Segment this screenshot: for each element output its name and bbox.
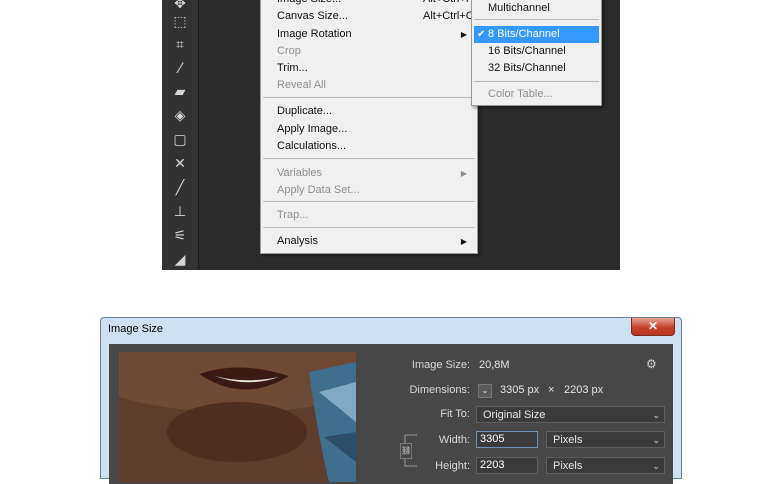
patch-icon[interactable]: ◈ xyxy=(170,106,190,126)
menu-item-trap[interactable]: Trap... xyxy=(277,207,471,224)
crop-icon[interactable]: ⌗ xyxy=(170,35,190,55)
submenu-item-label: 32 Bits/Channel xyxy=(488,62,566,74)
dimensions-width-value: 3305 px xyxy=(500,384,540,396)
menu-item-image-size[interactable]: Image Size... Alt+Ctrl+I xyxy=(277,0,471,8)
menu-item-variables[interactable]: Variables ▶ xyxy=(277,165,471,182)
menu-item-image-rotation[interactable]: Image Rotation ▶ xyxy=(277,26,471,43)
fit-to-value: Original Size xyxy=(483,409,546,421)
width-input[interactable]: 3305 xyxy=(476,431,538,448)
height-label: Height: xyxy=(435,460,470,472)
menu-item-analysis[interactable]: Analysis ▶ xyxy=(277,233,471,250)
dimensions-times: × xyxy=(548,384,555,396)
menu-separator xyxy=(263,201,475,202)
menu-item-shortcut: Alt+Ctrl+C xyxy=(423,10,474,22)
eyedropper-icon[interactable]: ⁄ xyxy=(170,59,190,79)
brush-icon[interactable]: ╱ xyxy=(170,178,190,198)
menu-item-label: Calculations... xyxy=(277,140,347,152)
image-menu: Image Size... Alt+Ctrl+I Canvas Size... … xyxy=(260,0,478,254)
fit-to-select[interactable]: Original Size ⌄ xyxy=(476,406,665,423)
chevron-down-icon: ⌄ xyxy=(652,410,660,420)
image-size-value: 20,8M xyxy=(479,359,510,371)
fit-to-label: Fit To: xyxy=(440,408,470,420)
menu-item-duplicate[interactable]: Duplicate... xyxy=(277,103,471,120)
close-button[interactable]: ✕ xyxy=(631,318,675,336)
menu-separator xyxy=(263,227,475,228)
height-unit-value: Pixels xyxy=(553,460,583,472)
dimensions-label: Dimensions: xyxy=(409,384,470,396)
portrait-preview-image xyxy=(119,352,356,482)
image-preview[interactable] xyxy=(119,352,356,482)
menu-item-label: Trim... xyxy=(277,62,308,74)
menu-item-reveal-all[interactable]: Reveal All xyxy=(277,77,471,94)
photoshop-workspace: ✥ ⬚ ⌗ ⁄ ▰ ◈ ▢ ✕ ╱ ⊥ ⚟ ◢ Image Size... Al… xyxy=(162,0,620,270)
submenu-item-label: Multichannel xyxy=(488,2,550,14)
chevron-down-icon: ⌄ xyxy=(652,435,660,445)
content-aware-move-icon[interactable]: ✕ xyxy=(170,154,190,174)
menu-item-label: Analysis xyxy=(277,235,318,247)
menu-item-label: Canvas Size... xyxy=(277,10,348,22)
menu-item-label: Apply Image... xyxy=(277,123,348,135)
submenu-arrow-icon: ▶ xyxy=(460,237,467,246)
tools-panel: ✥ ⬚ ⌗ ⁄ ▰ ◈ ▢ ✕ ╱ ⊥ ⚟ ◢ xyxy=(162,0,199,270)
menu-item-label: Duplicate... xyxy=(277,105,333,117)
checkmark-icon: ✔ xyxy=(477,29,486,40)
width-unit-select[interactable]: Pixels ⌄ xyxy=(546,431,665,448)
history-brush-icon[interactable]: ⚟ xyxy=(170,226,190,246)
submenu-item-8-bits[interactable]: ✔ 8 Bits/Channel xyxy=(474,26,599,43)
submenu-item-color-table[interactable]: Color Table... xyxy=(474,86,599,103)
width-label: Width: xyxy=(438,434,470,446)
submenu-item-16-bits[interactable]: 16 Bits/Channel xyxy=(474,43,599,60)
dialog-title: Image Size xyxy=(108,323,164,335)
quick-selection-icon[interactable]: ⬚ xyxy=(170,12,190,32)
submenu-arrow-icon: ▶ xyxy=(460,169,467,178)
frame-icon[interactable]: ▢ xyxy=(170,130,190,150)
menu-separator xyxy=(263,158,475,159)
link-chain-icon[interactable]: ⛓ xyxy=(400,443,412,459)
submenu-item-label: 8 Bits/Channel xyxy=(488,28,560,40)
menu-item-trim[interactable]: Trim... xyxy=(277,60,471,77)
image-size-dialog: Image Size ✕ Image Size: 20,8M ⚙ Dimensi… xyxy=(100,317,682,484)
menu-separator xyxy=(474,81,599,82)
height-input[interactable]: 2203 xyxy=(476,457,538,474)
menu-item-label: Image Size... xyxy=(277,0,341,8)
menu-item-label: Image Rotation xyxy=(277,28,352,40)
healing-brush-icon[interactable]: ▰ xyxy=(170,82,190,102)
clone-stamp-icon[interactable]: ⊥ xyxy=(170,202,190,222)
menu-item-label: Apply Data Set... xyxy=(277,184,360,196)
chevron-down-icon: ⌄ xyxy=(481,386,489,395)
menu-item-shortcut: Alt+Ctrl+I xyxy=(423,0,469,8)
submenu-arrow-icon: ▶ xyxy=(460,30,467,39)
menu-item-crop[interactable]: Crop xyxy=(277,43,471,60)
width-unit-value: Pixels xyxy=(553,434,583,446)
dimensions-units-dropdown[interactable]: ⌄ xyxy=(478,384,492,398)
dimensions-height-value: 2203 px xyxy=(564,384,604,396)
menu-separator xyxy=(474,19,599,20)
submenu-item-multichannel[interactable]: Multichannel xyxy=(474,0,599,17)
gear-icon[interactable]: ⚙ xyxy=(646,357,657,371)
chevron-down-icon: ⌄ xyxy=(652,461,660,471)
menu-item-apply-image[interactable]: Apply Image... xyxy=(277,121,471,138)
submenu-item-label: 16 Bits/Channel xyxy=(488,45,566,57)
menu-item-label: Variables xyxy=(277,167,323,179)
menu-separator xyxy=(263,97,475,98)
menu-item-canvas-size[interactable]: Canvas Size... Alt+Ctrl+C xyxy=(277,8,474,25)
menu-item-label: Reveal All xyxy=(277,79,326,91)
height-unit-select[interactable]: Pixels ⌄ xyxy=(546,457,665,474)
menu-item-label: Crop xyxy=(277,45,301,57)
menu-item-label: Trap... xyxy=(277,209,309,221)
image-size-label: Image Size: xyxy=(411,359,470,371)
mode-submenu: Multichannel ✔ 8 Bits/Channel 16 Bits/Ch… xyxy=(471,0,602,106)
menu-item-apply-data-set[interactable]: Apply Data Set... xyxy=(277,182,471,199)
eraser-icon[interactable]: ◢ xyxy=(170,250,190,270)
menu-item-calculations[interactable]: Calculations... xyxy=(277,138,471,155)
submenu-item-label: Color Table... xyxy=(488,88,553,100)
dialog-body: Image Size: 20,8M ⚙ Dimensions: ⌄ 3305 p… xyxy=(109,344,673,484)
submenu-item-32-bits[interactable]: 32 Bits/Channel xyxy=(474,60,599,77)
